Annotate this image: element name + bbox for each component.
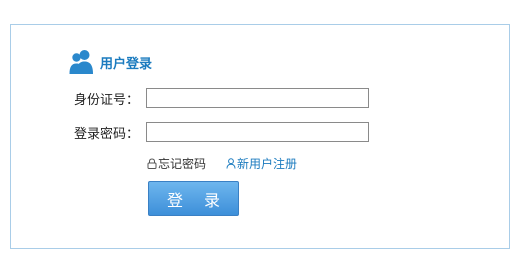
register-link[interactable]: 新用户注册: [226, 155, 297, 172]
register-label: 新用户注册: [237, 156, 298, 171]
password-label: 登录密码：: [74, 126, 140, 142]
password-row: 登录密码：: [74, 121, 369, 143]
user-icon: [226, 157, 236, 169]
id-number-label: 身份证号：: [74, 92, 140, 108]
password-input[interactable]: [146, 122, 369, 142]
forgot-password-link[interactable]: 忘记密码: [147, 155, 206, 172]
id-number-input[interactable]: [146, 88, 369, 108]
lock-icon: [147, 157, 157, 169]
id-number-row: 身份证号：: [74, 87, 369, 109]
users-icon: [69, 49, 94, 75]
page-title: 用户登录: [100, 56, 153, 72]
forgot-password-label: 忘记密码: [158, 156, 207, 171]
login-header: 用户登录: [69, 48, 152, 76]
auth-links: 忘记密码 新用户注册: [147, 155, 297, 171]
login-button[interactable]: 登 录: [148, 181, 239, 216]
